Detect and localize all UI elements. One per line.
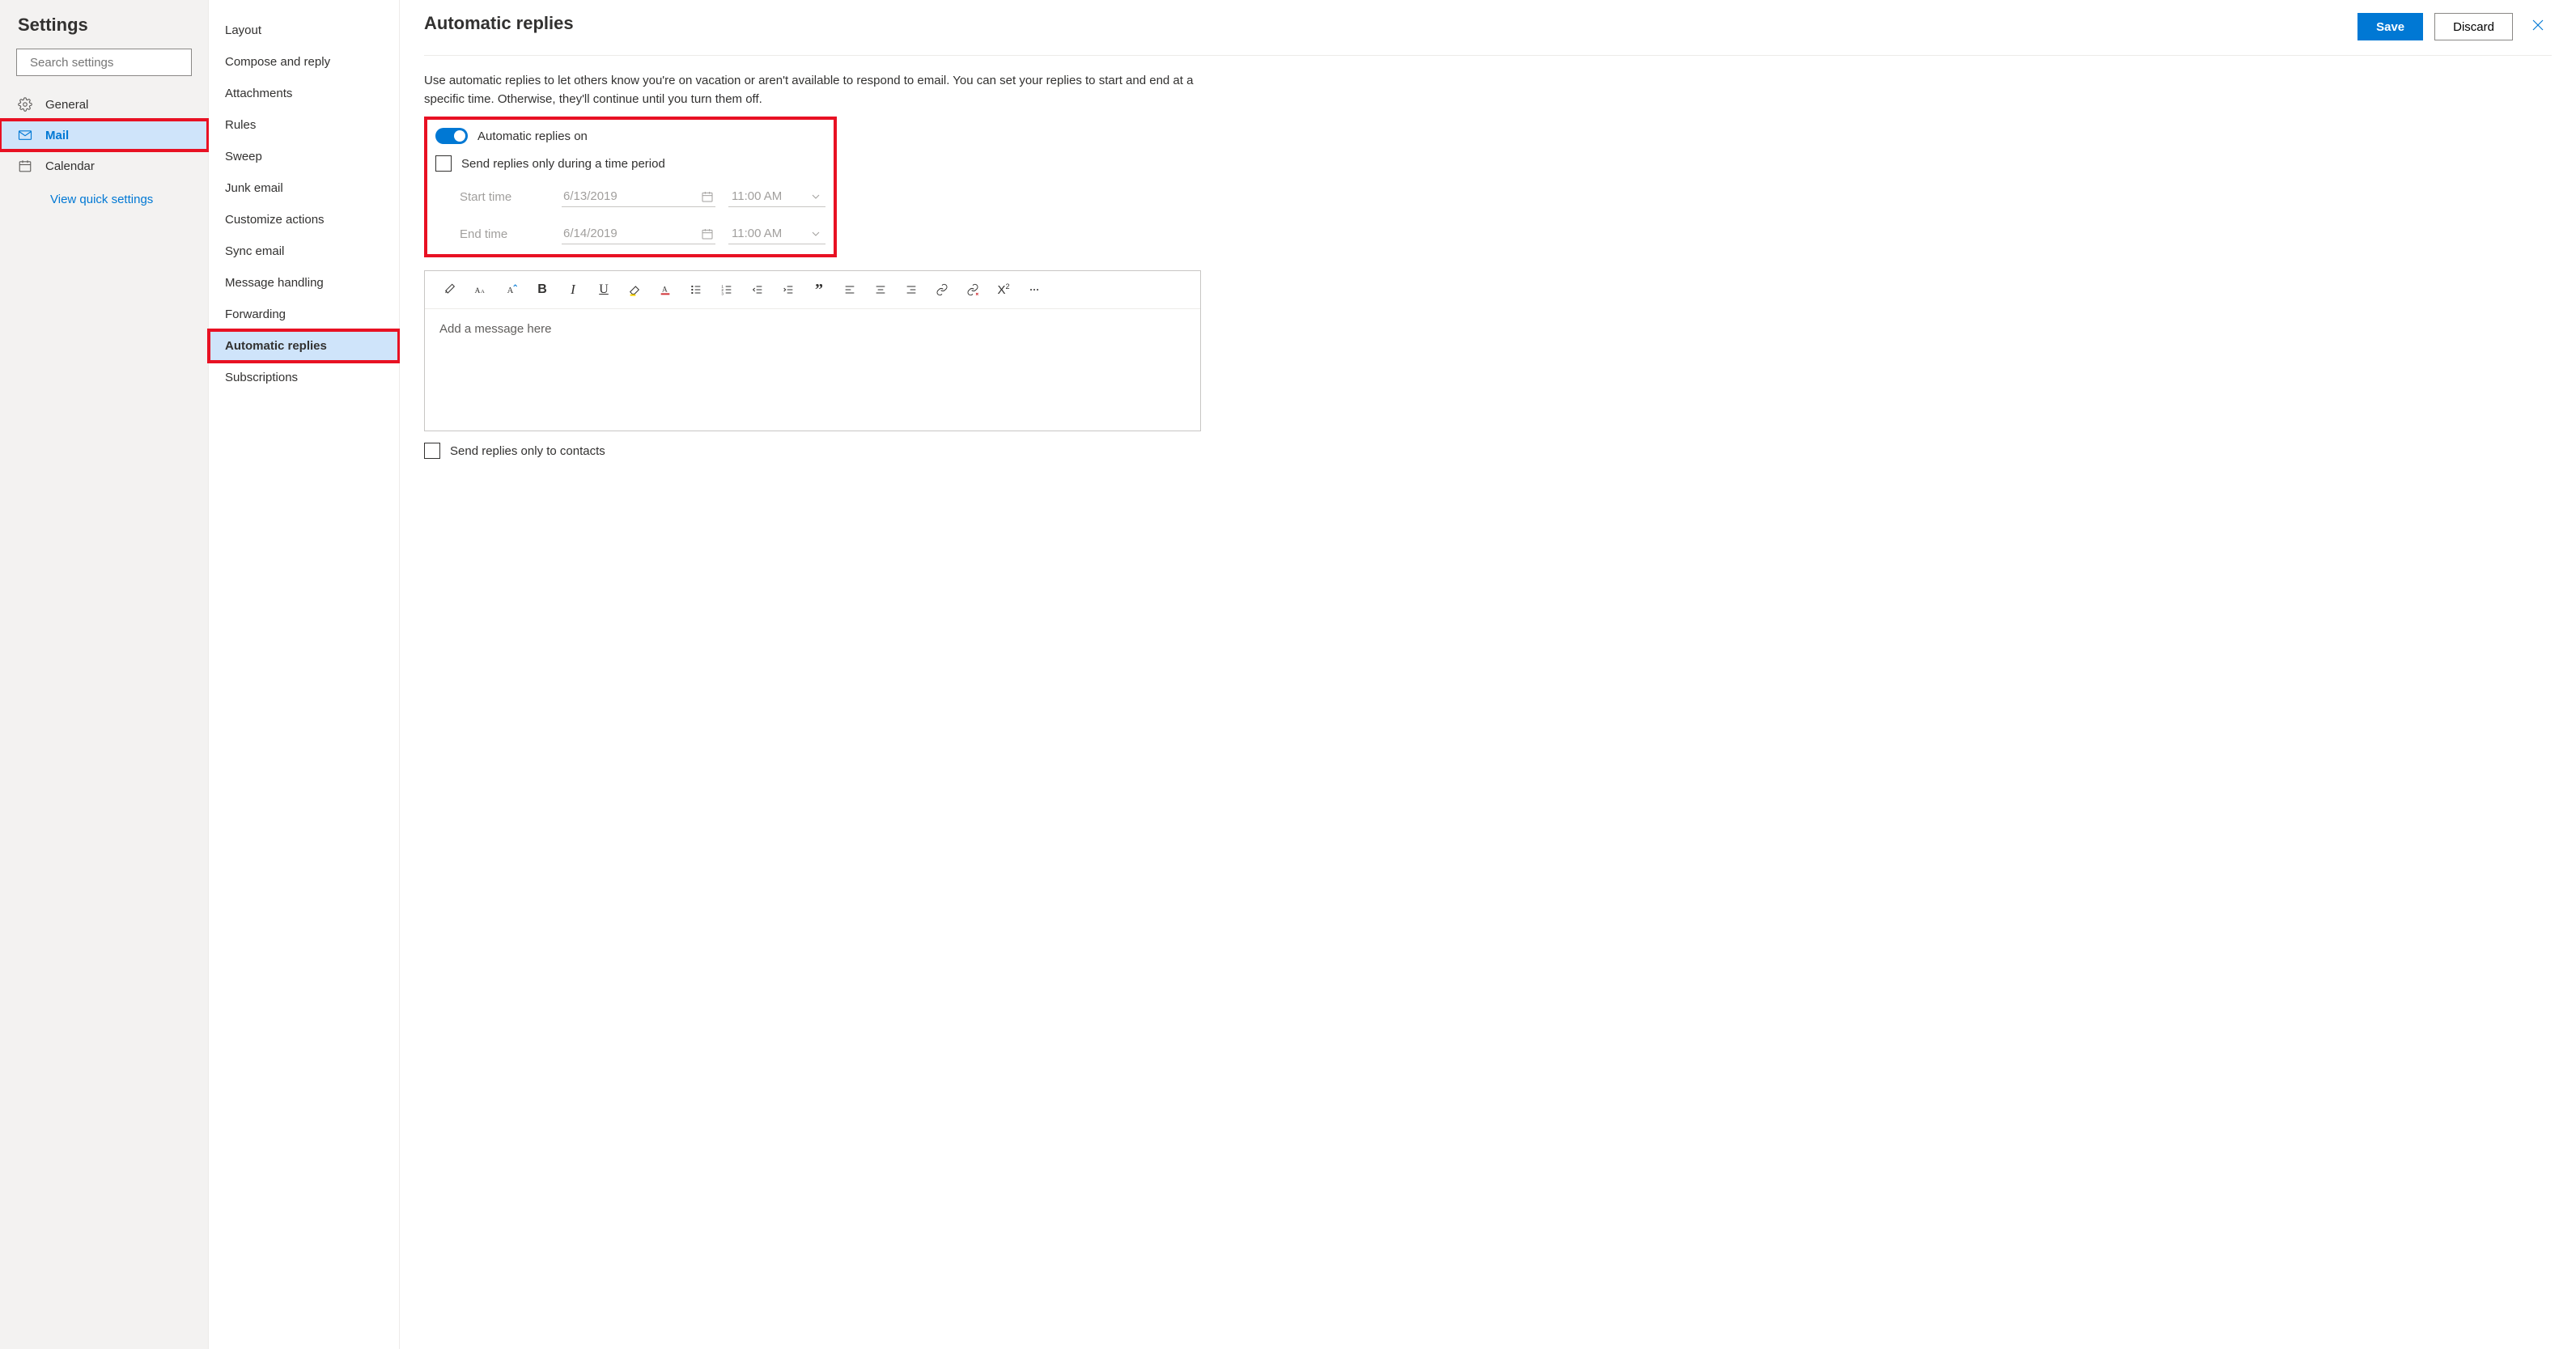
svg-text:A: A bbox=[481, 289, 485, 295]
quote-icon[interactable]: ” bbox=[805, 278, 833, 302]
message-editor: AA A B I U A 123 ” X2 Add a message here bbox=[424, 270, 1201, 431]
main-content: Automatic replies Save Discard Use autom… bbox=[400, 0, 2576, 1349]
sidebar-item-label: Mail bbox=[45, 129, 69, 142]
align-center-icon[interactable] bbox=[867, 278, 894, 302]
midnav-forwarding[interactable]: Forwarding bbox=[209, 299, 399, 330]
format-painter-icon[interactable] bbox=[436, 278, 464, 302]
midnav-sync-email[interactable]: Sync email bbox=[209, 235, 399, 267]
svg-text:A: A bbox=[507, 286, 514, 295]
search-input[interactable] bbox=[30, 56, 191, 70]
font-picker-icon[interactable]: A bbox=[498, 278, 525, 302]
align-right-icon[interactable] bbox=[898, 278, 925, 302]
gear-icon bbox=[18, 97, 32, 112]
svg-text:A: A bbox=[662, 286, 668, 295]
end-time-value: 11:00 AM bbox=[732, 227, 782, 240]
save-button[interactable]: Save bbox=[2357, 13, 2423, 40]
svg-text:A: A bbox=[475, 287, 481, 295]
midnav-customize-actions[interactable]: Customize actions bbox=[209, 204, 399, 235]
mail-icon bbox=[18, 128, 32, 142]
settings-title: Settings bbox=[0, 15, 208, 49]
mail-settings-nav: Layout Compose and reply Attachments Rul… bbox=[209, 0, 400, 1349]
header-actions: Save Discard bbox=[2357, 13, 2552, 40]
svg-text:3: 3 bbox=[721, 292, 724, 296]
time-period-row: Send replies only during a time period bbox=[435, 155, 825, 172]
page-title: Automatic replies bbox=[424, 13, 574, 34]
time-grid: Start time 6/13/2019 11:00 AM End time 6… bbox=[460, 186, 825, 244]
midnav-compose-reply[interactable]: Compose and reply bbox=[209, 46, 399, 78]
calendar-icon bbox=[701, 227, 714, 240]
more-options-icon[interactable] bbox=[1021, 278, 1048, 302]
time-period-checkbox[interactable] bbox=[435, 155, 452, 172]
chevron-down-icon bbox=[809, 190, 822, 203]
time-period-label: Send replies only during a time period bbox=[461, 157, 665, 171]
sidebar-item-calendar[interactable]: Calendar bbox=[0, 151, 208, 181]
end-time-label: End time bbox=[460, 227, 549, 241]
remove-link-icon[interactable] bbox=[959, 278, 987, 302]
numbered-list-icon[interactable]: 123 bbox=[713, 278, 741, 302]
view-quick-settings-link[interactable]: View quick settings bbox=[0, 181, 208, 218]
main-header: Automatic replies Save Discard bbox=[424, 13, 2552, 56]
midnav-junk-email[interactable]: Junk email bbox=[209, 172, 399, 204]
close-icon[interactable] bbox=[2524, 15, 2552, 40]
settings-sidebar: Settings General Mail Calendar View quic… bbox=[0, 0, 209, 1349]
contacts-only-row: Send replies only to contacts bbox=[424, 443, 2552, 459]
bullet-list-icon[interactable] bbox=[682, 278, 710, 302]
bold-button[interactable]: B bbox=[528, 278, 556, 302]
auto-replies-toggle-row: Automatic replies on bbox=[435, 128, 825, 144]
outdent-icon[interactable] bbox=[744, 278, 771, 302]
toggle-label: Automatic replies on bbox=[477, 129, 588, 143]
sidebar-item-label: General bbox=[45, 98, 88, 112]
end-date-picker[interactable]: 6/14/2019 bbox=[562, 223, 715, 244]
sidebar-item-mail[interactable]: Mail bbox=[0, 120, 208, 151]
contacts-only-label: Send replies only to contacts bbox=[450, 444, 605, 458]
highlight-icon[interactable] bbox=[621, 278, 648, 302]
start-time-value: 11:00 AM bbox=[732, 189, 782, 203]
end-date-value: 6/14/2019 bbox=[563, 227, 617, 240]
midnav-sweep[interactable]: Sweep bbox=[209, 141, 399, 172]
italic-button[interactable]: I bbox=[559, 278, 587, 302]
midnav-rules[interactable]: Rules bbox=[209, 109, 399, 141]
auto-replies-toggle[interactable] bbox=[435, 128, 468, 144]
start-date-value: 6/13/2019 bbox=[563, 189, 617, 203]
midnav-automatic-replies[interactable]: Automatic replies bbox=[209, 330, 399, 362]
time-period-highlight: Automatic replies on Send replies only d… bbox=[424, 117, 837, 257]
search-settings-box[interactable] bbox=[16, 49, 192, 76]
start-time-label: Start time bbox=[460, 190, 549, 204]
sidebar-item-label: Calendar bbox=[45, 159, 95, 173]
font-color-icon[interactable]: A bbox=[651, 278, 679, 302]
align-left-icon[interactable] bbox=[836, 278, 864, 302]
insert-link-icon[interactable] bbox=[928, 278, 956, 302]
contacts-only-checkbox[interactable] bbox=[424, 443, 440, 459]
midnav-message-handling[interactable]: Message handling bbox=[209, 267, 399, 299]
start-date-picker[interactable]: 6/13/2019 bbox=[562, 186, 715, 207]
discard-button[interactable]: Discard bbox=[2434, 13, 2513, 40]
indent-icon[interactable] bbox=[774, 278, 802, 302]
underline-button[interactable]: U bbox=[590, 278, 617, 302]
calendar-icon bbox=[701, 190, 714, 203]
editor-toolbar: AA A B I U A 123 ” X2 bbox=[425, 271, 1200, 309]
midnav-subscriptions[interactable]: Subscriptions bbox=[209, 362, 399, 393]
font-size-icon[interactable]: AA bbox=[467, 278, 494, 302]
start-time-picker[interactable]: 11:00 AM bbox=[728, 186, 825, 207]
message-body[interactable]: Add a message here bbox=[425, 309, 1200, 431]
chevron-down-icon bbox=[809, 227, 822, 240]
sidebar-item-general[interactable]: General bbox=[0, 89, 208, 120]
end-time-picker[interactable]: 11:00 AM bbox=[728, 223, 825, 244]
midnav-attachments[interactable]: Attachments bbox=[209, 78, 399, 109]
description-text: Use automatic replies to let others know… bbox=[424, 56, 1201, 117]
calendar-icon bbox=[18, 159, 32, 173]
midnav-layout[interactable]: Layout bbox=[209, 15, 399, 46]
superscript-icon[interactable]: X2 bbox=[990, 278, 1017, 302]
